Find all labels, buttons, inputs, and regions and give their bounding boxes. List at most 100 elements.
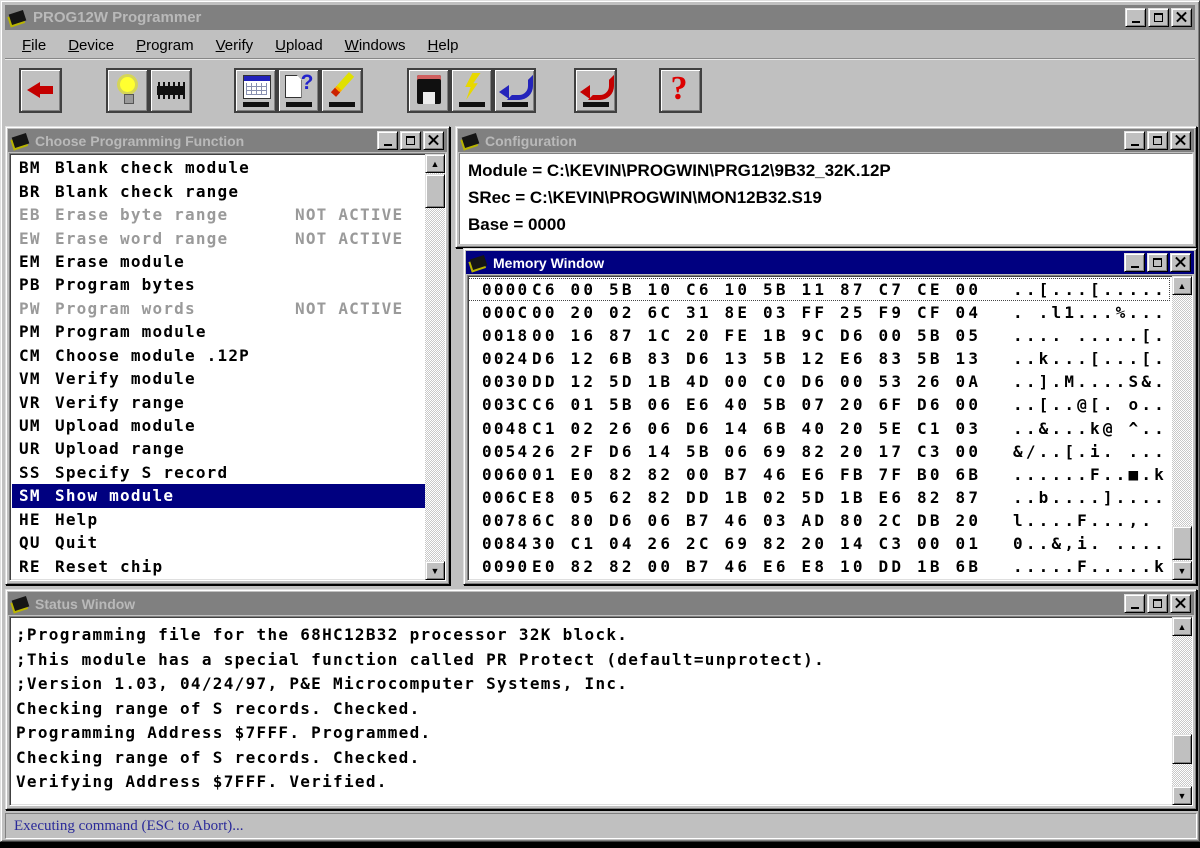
list-item[interactable]: PB Program bytes	[12, 273, 423, 296]
menu-item-verify[interactable]: Verify	[207, 34, 263, 57]
toolbar	[5, 60, 1195, 120]
maximize-button[interactable]	[1147, 594, 1168, 613]
close-icon	[1175, 598, 1186, 609]
memory-row[interactable]: 0078 6C 80 D6 06 B7 46 03 AD 80 2C DB 20…	[468, 509, 1170, 532]
memory-row[interactable]: 0084 30 C1 04 26 2C 69 82 20 14 C3 00 01…	[468, 532, 1170, 555]
close-button[interactable]	[1170, 253, 1191, 272]
memory-row[interactable]: 003C C6 01 5B 06 E6 40 5B 07 20 6F D6 00…	[468, 393, 1170, 416]
lightning-chip-icon	[455, 73, 489, 107]
program-module-button[interactable]	[450, 68, 493, 113]
minimize-button[interactable]	[1124, 594, 1145, 613]
memory-row[interactable]: 0090 E0 82 82 00 B7 46 E6 E8 10 DD 1B 6B…	[468, 555, 1170, 578]
configuration-window-titlebar[interactable]: Configuration	[458, 129, 1194, 152]
maximize-button[interactable]	[400, 131, 421, 150]
memory-dump: 0000 C6 00 5B 10 C6 10 5B 11 87 C7 CE 00…	[468, 276, 1192, 580]
list-item[interactable]: SS Specify S record	[12, 461, 423, 484]
blank-check-module-button[interactable]	[106, 68, 149, 113]
menu-item-file[interactable]: File	[13, 34, 55, 57]
show-module-button[interactable]	[234, 68, 277, 113]
minimize-button[interactable]	[1125, 8, 1146, 27]
configuration-window: Configuration Module = C:\KEVIN\PROGWIN\…	[455, 126, 1197, 248]
list-item[interactable]: VM Verify module	[12, 367, 423, 390]
function-list-scrollbar[interactable]: ▲ ▼	[425, 154, 445, 580]
scrollbar-track[interactable]	[425, 173, 445, 561]
memory-row[interactable]: 0054 26 2F D6 14 5B 06 69 82 20 17 C3 00…	[468, 440, 1170, 463]
help-button[interactable]	[659, 68, 702, 113]
memory-row[interactable]: 0030 DD 12 5D 1B 4D 00 C0 D6 00 53 26 0A…	[468, 370, 1170, 393]
list-item[interactable]: PM Program module	[12, 320, 423, 343]
scrollbar-thumb[interactable]	[1172, 734, 1192, 764]
list-item[interactable]: HE Help	[12, 508, 423, 531]
menu-item-upload[interactable]: Upload	[266, 34, 332, 57]
verify-module-button[interactable]	[493, 68, 536, 113]
list-item[interactable]: QU Quit	[12, 531, 423, 554]
memory-window: Memory Window 0000 C6 00 5B 10 C6 10 5B …	[463, 248, 1197, 585]
list-item[interactable]: SM Show module	[12, 484, 443, 507]
list-item[interactable]: UM Upload module	[12, 414, 423, 437]
close-button[interactable]	[1170, 131, 1191, 150]
scroll-up-button[interactable]: ▲	[1172, 276, 1192, 295]
scrollbar-track[interactable]	[1172, 636, 1192, 786]
configuration-panel: Module = C:\KEVIN\PROGWIN\PRG12\9B32_32K…	[459, 153, 1193, 244]
scrollbar-thumb[interactable]	[425, 174, 445, 208]
list-item[interactable]: BR Blank check range	[12, 179, 423, 202]
save-button[interactable]	[407, 68, 450, 113]
configuration-line: Module = C:\KEVIN\PROGWIN\PRG12\9B32_32K…	[468, 157, 1184, 184]
scroll-down-button[interactable]: ▼	[1172, 561, 1192, 580]
memory-row[interactable]: 0048 C1 02 26 06 D6 14 6B 40 20 5E C1 03…	[468, 416, 1170, 439]
close-button[interactable]	[1171, 8, 1192, 27]
maximize-button[interactable]	[1147, 253, 1168, 272]
function-window-titlebar[interactable]: Choose Programming Function	[8, 129, 447, 152]
menubar: FileDeviceProgramVerifyUploadWindowsHelp	[5, 32, 1195, 59]
list-item[interactable]: CM Choose module .12P	[12, 344, 423, 367]
scroll-up-button[interactable]: ▲	[425, 154, 445, 173]
menu-item-help[interactable]: Help	[419, 34, 468, 57]
memory-row[interactable]: 0000 C6 00 5B 10 C6 10 5B 11 87 C7 CE 00…	[468, 278, 1170, 301]
scroll-down-button[interactable]: ▼	[1172, 786, 1192, 805]
minimize-button[interactable]	[377, 131, 398, 150]
minimize-button[interactable]	[1124, 253, 1145, 272]
erase-module-button[interactable]	[149, 68, 192, 113]
close-button[interactable]	[1170, 594, 1191, 613]
list-item[interactable]: PW Program words NOT ACTIVE	[12, 297, 423, 320]
scroll-down-button[interactable]: ▼	[425, 561, 445, 580]
main-titlebar[interactable]: PROG12W Programmer	[5, 5, 1195, 30]
upload-module-button[interactable]	[574, 68, 617, 113]
memory-panel: 0000 C6 00 5B 10 C6 10 5B 11 87 C7 CE 00…	[467, 275, 1193, 581]
program-bytes-button[interactable]	[320, 68, 363, 113]
list-item[interactable]: RE Reset chip	[12, 554, 423, 577]
scroll-down-icon: ▼	[1178, 791, 1187, 801]
maximize-button[interactable]	[1148, 8, 1169, 27]
menu-item-program[interactable]: Program	[127, 34, 203, 57]
list-item[interactable]: EB Erase byte range NOT ACTIVE	[12, 203, 423, 226]
memory-row[interactable]: 0018 00 16 87 1C 20 FE 1B 9C D6 00 5B 05…	[468, 324, 1170, 347]
memory-scrollbar[interactable]: ▲ ▼	[1172, 276, 1192, 580]
memory-row[interactable]: 0060 01 E0 82 82 00 B7 46 E6 FB 7F B0 6B…	[468, 463, 1170, 486]
close-button[interactable]	[423, 131, 444, 150]
memory-row[interactable]: 006C E8 05 62 82 DD 1B 02 5D 1B E6 82 87…	[468, 486, 1170, 509]
status-panel: ;Programming file for the 68HC12B32 proc…	[9, 616, 1193, 806]
maximize-button[interactable]	[1147, 131, 1168, 150]
minimize-button[interactable]	[1124, 131, 1145, 150]
memory-window-titlebar[interactable]: Memory Window	[466, 251, 1194, 274]
list-item[interactable]: EW Erase word range NOT ACTIVE	[12, 226, 423, 249]
minimize-icon	[384, 144, 392, 146]
status-window-titlebar[interactable]: Status Window	[8, 592, 1194, 615]
memory-row[interactable]: 000C 00 20 02 6C 31 8E 03 FF 25 F9 CF 04…	[468, 301, 1170, 324]
list-item[interactable]: EM Erase module	[12, 250, 423, 273]
status-scrollbar[interactable]: ▲ ▼	[1172, 617, 1192, 805]
list-item[interactable]: BM Blank check module	[12, 156, 423, 179]
menu-item-device[interactable]: Device	[59, 34, 123, 57]
exit-button[interactable]	[19, 68, 62, 113]
scroll-up-button[interactable]: ▲	[1172, 617, 1192, 636]
list-item[interactable]: UR Upload range	[12, 437, 423, 460]
memory-row[interactable]: 0024 D6 12 6B 83 D6 13 5B 12 E6 83 5B 13…	[468, 347, 1170, 370]
scrollbar-track[interactable]	[1172, 295, 1192, 561]
specify-srecord-button[interactable]	[277, 68, 320, 113]
upload-chip-icon	[579, 73, 613, 107]
list-item[interactable]: VR Verify range	[12, 390, 423, 413]
minimize-icon	[1131, 607, 1139, 609]
scrollbar-thumb[interactable]	[1172, 526, 1192, 560]
menu-item-windows[interactable]: Windows	[336, 34, 415, 57]
floppy-disk-icon	[412, 73, 446, 107]
